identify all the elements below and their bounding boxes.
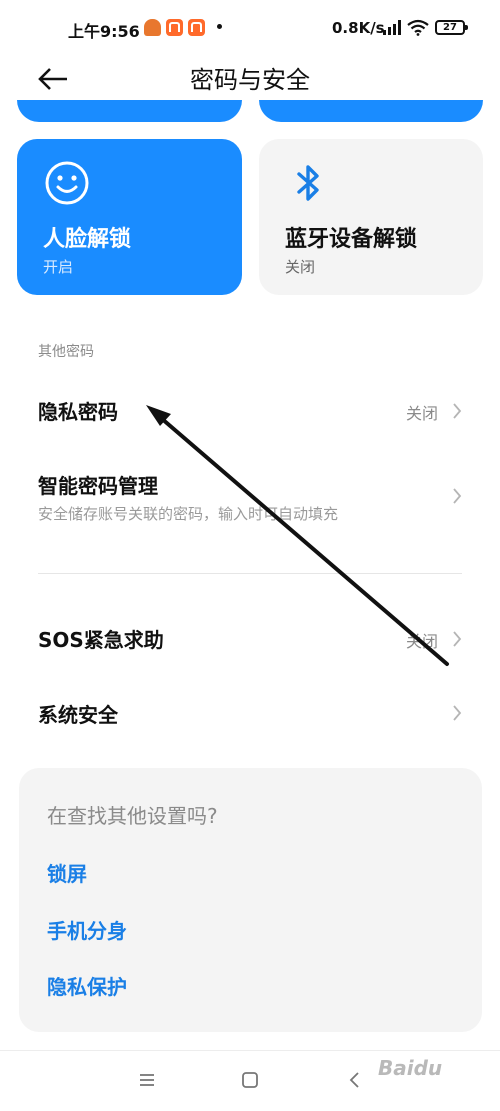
face-unlock-status: 开启 <box>43 258 74 276</box>
face-unlock-card[interactable]: 人脸解锁 开启 <box>17 139 242 295</box>
header: 密码与安全 <box>0 56 500 102</box>
face-unlock-title: 人脸解锁 <box>43 227 132 252</box>
mi-notification-icon <box>188 19 205 36</box>
smart-password-manager-row[interactable]: 智能密码管理 安全储存账号关联的密码，输入时可自动填充 <box>0 466 500 530</box>
chevron-right-icon <box>453 488 462 504</box>
suggestions-panel: 在查找其他设置吗? 锁屏 手机分身 隐私保护 <box>19 768 482 1032</box>
chevron-right-icon <box>453 631 462 647</box>
watermark-logo: Baidu <box>378 1056 443 1080</box>
wifi-icon <box>407 19 429 36</box>
app-notification-icon <box>144 19 161 36</box>
system-security-title: 系统安全 <box>38 703 118 727</box>
signal-icon <box>383 20 401 35</box>
section-label-other-passwords: 其他密码 <box>38 344 94 360</box>
status-time: 上午9:56 <box>68 22 140 41</box>
privacy-password-row[interactable]: 隐私密码 关闭 <box>0 390 500 434</box>
menu-icon[interactable] <box>134 1067 160 1093</box>
network-speed: 0.8K/s <box>332 19 385 37</box>
more-notifications-dot-icon <box>217 24 222 29</box>
battery-icon: 27 <box>435 20 468 35</box>
smart-password-subtitle: 安全储存账号关联的密码，输入时可自动填充 <box>38 505 339 523</box>
suggestion-link-privacy-protection[interactable]: 隐私保护 <box>47 971 127 1000</box>
divider <box>38 573 462 574</box>
bluetooth-unlock-card[interactable]: 蓝牙设备解锁 关闭 <box>259 139 483 295</box>
sos-title: SOS紧急求助 <box>38 628 164 652</box>
smiley-face-icon <box>45 161 89 205</box>
system-security-row[interactable]: 系统安全 <box>0 695 500 735</box>
mi-notification-icon <box>166 19 183 36</box>
suggestion-link-second-space[interactable]: 手机分身 <box>47 915 127 944</box>
privacy-password-title: 隐私密码 <box>38 400 118 424</box>
sos-value: 关闭 <box>405 632 438 651</box>
partial-card-right[interactable] <box>259 100 483 122</box>
status-bar: 上午9:56 0.8K/s 27 <box>0 0 500 56</box>
partial-card-left[interactable] <box>17 100 242 122</box>
chevron-right-icon <box>453 403 462 419</box>
sos-row[interactable]: SOS紧急求助 关闭 <box>0 620 500 660</box>
chevron-right-icon <box>453 705 462 721</box>
privacy-password-value: 关闭 <box>405 404 438 423</box>
bluetooth-icon <box>297 165 319 201</box>
smart-password-title: 智能密码管理 <box>38 474 158 498</box>
back-icon[interactable] <box>342 1067 368 1093</box>
home-icon[interactable] <box>237 1067 263 1093</box>
suggestion-link-lock-screen[interactable]: 锁屏 <box>47 858 87 887</box>
bluetooth-unlock-title: 蓝牙设备解锁 <box>285 227 418 252</box>
bluetooth-unlock-status: 关闭 <box>285 258 316 276</box>
page-title: 密码与安全 <box>190 66 310 94</box>
suggestions-question: 在查找其他设置吗? <box>47 804 218 828</box>
